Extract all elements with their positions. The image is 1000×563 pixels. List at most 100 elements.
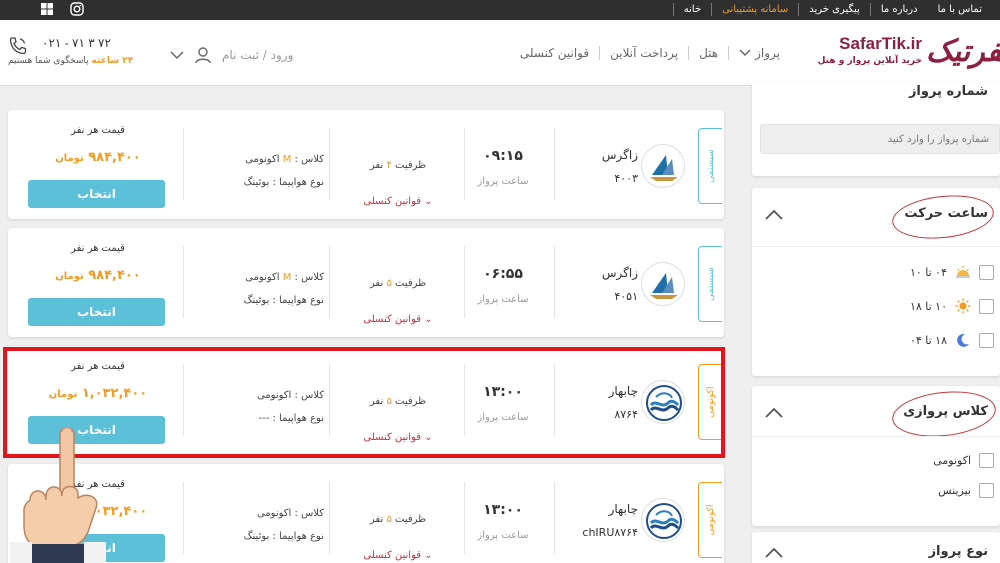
annotation-circle: [889, 386, 999, 442]
cancel-rules-link[interactable]: ⌄ قوانین کنسلی: [338, 550, 458, 561]
site-logo[interactable]: سفرتیک SafarTik.ir خرید آنلاین پرواز و ه…: [792, 32, 1000, 76]
price: ۹۸۴,۴۰۰ تومان: [28, 268, 168, 283]
airline-name: چابهار: [608, 384, 638, 398]
social-links: [40, 2, 84, 16]
top-nav-support[interactable]: سامانه پشتیبانی: [711, 3, 798, 16]
nav-hotel[interactable]: هتل: [688, 46, 728, 60]
aircraft-line: نوع هواپیما : بوئینگ: [184, 289, 324, 312]
class-option-label: اکونومی: [933, 453, 971, 467]
top-nav: خانه سامانه پشتیبانی پیگیری خرید درباره …: [672, 3, 992, 16]
brand-mark: سفرتیک: [926, 34, 1000, 69]
flight-class-filter: کلاس پروازی اکونومی بیزینس: [752, 386, 1000, 526]
class-line: کلاس : اکونومی: [184, 384, 324, 407]
class-option-economy[interactable]: اکونومی: [754, 450, 994, 470]
price-label: قیمت هر نفر: [71, 361, 125, 372]
departure-option-day[interactable]: ۱۰ تا ۱۸: [754, 296, 994, 316]
aircraft-line: نوع هواپیما : بوئینگ: [184, 525, 324, 548]
divider: [752, 436, 1000, 437]
flight-number-title: شماره پرواز: [908, 84, 988, 99]
departure-option-morning[interactable]: ۰۴ تا ۱۰: [754, 262, 994, 282]
zagros-logo-icon: [641, 144, 685, 188]
aircraft: بوئینگ: [243, 177, 270, 188]
divider: [464, 364, 465, 436]
class-line: کلاس : اکونومی: [184, 502, 324, 525]
flight-time-label: ساعت پرواز: [477, 530, 529, 541]
nav-online-payment[interactable]: پرداخت آنلاین: [599, 46, 688, 60]
tag-label: اکونومی: [705, 386, 716, 418]
departure-option-night[interactable]: ۱۸ تا ۰۴: [754, 330, 994, 350]
flight-number: ۴۰۵۱: [614, 290, 638, 303]
flight-card: قیمت هر نفر ۱,۰۳۲,۴۰۰ تومان انتخاب کلاس …: [8, 346, 724, 455]
main-nav: پرواز هتل پرداخت آنلاین قوانین کنسلی: [510, 46, 790, 60]
aircraft: بوئینگ: [243, 295, 270, 306]
flight-number-filter: شماره پرواز: [752, 82, 1000, 176]
top-nav-track-purchase[interactable]: پیگیری خرید: [798, 3, 870, 16]
class-code: M: [282, 272, 292, 283]
flight-time: ۰۶:۵۵: [483, 266, 523, 282]
divider: [752, 246, 1000, 247]
flight-card: قیمت هر نفر ۱,۰۳۲,۴۰۰ تومان انتخاب کلاس …: [8, 464, 724, 563]
top-nav-about[interactable]: درباره ما: [869, 3, 928, 16]
select-button[interactable]: انتخاب: [28, 180, 165, 208]
login-register[interactable]: ورود / ثبت نام: [170, 46, 293, 64]
airline-name: زاگرس: [601, 148, 638, 162]
price-value: ۹۸۴,۴۰۰: [88, 150, 141, 165]
capacity: ظرفیت ۵ نفر: [348, 278, 448, 289]
cancel-rules-link[interactable]: ⌄ قوانین کنسلی: [338, 432, 458, 443]
top-bar: خانه سامانه پشتیبانی پیگیری خرید درباره …: [0, 0, 1000, 20]
top-nav-contact[interactable]: تماس با ما: [928, 3, 992, 16]
flight-tag: اکونومی: [698, 364, 722, 440]
departure-option-label: ۱۸ تا ۰۴: [909, 333, 947, 347]
class-name: اکونومی: [256, 508, 292, 519]
aircraft-prefix: نوع هواپیما :: [272, 177, 325, 188]
airline-name: زاگرس: [601, 266, 638, 280]
aircraft-prefix: نوع هواپیما :: [272, 531, 325, 542]
class-option-business[interactable]: بیزینس: [754, 480, 994, 500]
checkbox[interactable]: [979, 452, 994, 468]
price-value: ۱,۰۳۲,۴۰۰: [81, 386, 148, 401]
divider: [464, 128, 465, 200]
price-value: ۹۸۴,۴۰۰: [88, 268, 141, 283]
nav-cancel-rules[interactable]: قوانین کنسلی: [510, 46, 599, 60]
capacity-count: ۵: [386, 278, 392, 289]
currency: تومان: [55, 153, 84, 164]
windows-icon[interactable]: [40, 2, 54, 16]
flight-time: ۱۳:۰۰: [483, 384, 523, 400]
flight-number: ۴۰۰۳: [614, 172, 638, 185]
user-icon: [195, 47, 211, 64]
site-header: سفرتیک SafarTik.ir خرید آنلاین پرواز و ه…: [0, 20, 1000, 86]
chevron-down-icon: [739, 49, 751, 57]
cancel-rules-link[interactable]: ⌄ قوانین کنسلی: [338, 196, 458, 207]
checkbox[interactable]: [979, 264, 994, 280]
instagram-icon[interactable]: [70, 2, 84, 16]
flight-time: ۱۳:۰۰: [483, 502, 523, 518]
top-nav-home[interactable]: خانه: [672, 3, 711, 16]
filter-sidebar: شماره پرواز ساعت حرکت ۰۴ تا ۱۰ ۱۰ تا ۱۸ …: [752, 82, 1000, 563]
capacity-prefix: ظرفیت: [395, 514, 427, 525]
flight-card: قیمت هر نفر ۹۸۴,۴۰۰ تومان انتخاب کلاس : …: [8, 110, 724, 219]
flight-time-label: ساعت پرواز: [477, 412, 529, 423]
capacity-suffix: نفر: [369, 396, 384, 407]
nav-flight[interactable]: پرواز: [728, 46, 790, 60]
cancel-rules-link[interactable]: ⌄ قوانین کنسلی: [338, 314, 458, 325]
departure-option-label: ۱۰ تا ۱۸: [909, 299, 947, 313]
chevron-up-icon[interactable]: [764, 208, 784, 222]
divider: [329, 364, 330, 436]
divider: [464, 482, 465, 554]
flight-number-input[interactable]: [760, 124, 1000, 154]
class-line: کلاس : M اکونومی: [184, 266, 324, 289]
departure-time-filter: ساعت حرکت ۰۴ تا ۱۰ ۱۰ تا ۱۸ ۱۸ تا ۰۴: [752, 188, 1000, 376]
flight-card: قیمت هر نفر ۹۸۴,۴۰۰ تومان انتخاب کلاس : …: [8, 228, 724, 337]
tag-label: سیستمی: [705, 267, 716, 301]
select-button[interactable]: انتخاب: [28, 298, 165, 326]
chevron-up-icon[interactable]: [764, 546, 784, 560]
phone-number[interactable]: ۰۲۱ - ۷۱ ۳ ۷۲: [42, 36, 111, 50]
checkbox[interactable]: [979, 482, 994, 498]
checkbox[interactable]: [979, 332, 994, 348]
divider: [554, 128, 555, 200]
flight-tag: سیستمی: [698, 128, 722, 204]
capacity-prefix: ظرفیت: [395, 396, 427, 407]
checkbox[interactable]: [979, 298, 994, 314]
class-name: اکونومی: [245, 154, 280, 165]
chevron-up-icon[interactable]: [764, 406, 784, 420]
